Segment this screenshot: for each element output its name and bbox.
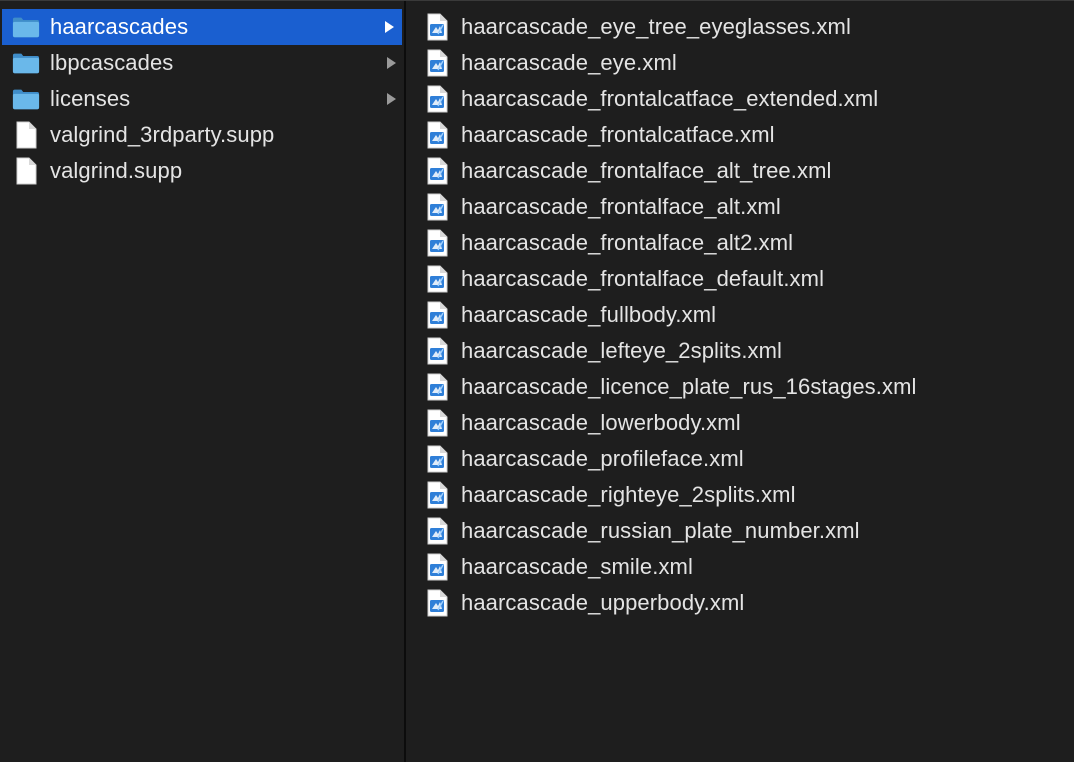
xml-file-icon	[425, 121, 449, 149]
folder-icon	[12, 85, 40, 113]
chevron-right-icon	[387, 93, 396, 105]
file-item[interactable]: haarcascade_licence_plate_rus_16stages.x…	[408, 369, 1074, 405]
file-item-label: haarcascade_profileface.xml	[461, 446, 744, 471]
file-item[interactable]: haarcascade_eye_tree_eyeglasses.xml	[408, 9, 1074, 45]
xml-file-icon	[425, 229, 449, 257]
file-item-label: haarcascade_smile.xml	[461, 554, 693, 579]
file-list-column: haarcascade_eye_tree_eyeglasses.xml haar…	[408, 1, 1074, 762]
sidebar-item-lbpcascades[interactable]: lbpcascades	[0, 45, 404, 81]
xml-file-icon	[425, 265, 449, 293]
file-item-label: haarcascade_frontalface_alt2.xml	[461, 230, 794, 255]
xml-file-icon	[425, 337, 449, 365]
xml-file-icon	[425, 517, 449, 545]
folder-icon	[12, 13, 40, 41]
xml-file-icon	[425, 553, 449, 581]
file-item-label: haarcascade_eye.xml	[461, 50, 677, 75]
file-item-label: haarcascade_frontalface_default.xml	[461, 266, 825, 291]
xml-file-icon	[425, 409, 449, 437]
xml-file-icon	[425, 157, 449, 185]
sidebar-item-valgrind-3rdparty-supp[interactable]: valgrind_3rdparty.supp	[0, 117, 404, 153]
file-item-label: haarcascade_frontalface_alt_tree.xml	[461, 158, 832, 183]
file-item[interactable]: haarcascade_frontalcatface.xml	[408, 117, 1074, 153]
file-item[interactable]: haarcascade_profileface.xml	[408, 441, 1074, 477]
sidebar-item-label: haarcascades	[50, 14, 189, 39]
xml-file-icon	[425, 589, 449, 617]
file-item-label: haarcascade_lefteye_2splits.xml	[461, 338, 783, 363]
file-item[interactable]: haarcascade_frontalface_alt.xml	[408, 189, 1074, 225]
xml-file-icon	[425, 49, 449, 77]
xml-file-icon	[425, 481, 449, 509]
file-item[interactable]: haarcascade_russian_plate_number.xml	[408, 513, 1074, 549]
file-item[interactable]: haarcascade_frontalface_default.xml	[408, 261, 1074, 297]
parent-folder-column: haarcascades lbpcascades licenses valgri…	[0, 1, 406, 762]
sidebar-item-licenses[interactable]: licenses	[0, 81, 404, 117]
column-browser: haarcascades lbpcascades licenses valgri…	[0, 0, 1074, 762]
file-item[interactable]: haarcascade_lefteye_2splits.xml	[408, 333, 1074, 369]
xml-file-icon	[425, 301, 449, 329]
file-item-label: haarcascade_fullbody.xml	[461, 302, 717, 327]
file-item-label: haarcascade_frontalcatface.xml	[461, 122, 775, 147]
sidebar-item-label: lbpcascades	[50, 50, 174, 75]
sidebar-item-label: valgrind_3rdparty.supp	[50, 122, 275, 147]
file-item-label: haarcascade_frontalface_alt.xml	[461, 194, 781, 219]
file-item-label: haarcascade_righteye_2splits.xml	[461, 482, 796, 507]
xml-file-icon	[425, 373, 449, 401]
file-item[interactable]: haarcascade_smile.xml	[408, 549, 1074, 585]
chevron-right-icon	[385, 21, 394, 33]
file-item[interactable]: haarcascade_lowerbody.xml	[408, 405, 1074, 441]
xml-file-icon	[425, 13, 449, 41]
file-item[interactable]: haarcascade_righteye_2splits.xml	[408, 477, 1074, 513]
document-icon	[12, 157, 40, 185]
file-item[interactable]: haarcascade_frontalface_alt2.xml	[408, 225, 1074, 261]
file-item-label: haarcascade_licence_plate_rus_16stages.x…	[461, 374, 917, 399]
sidebar-item-label: licenses	[50, 86, 131, 111]
file-item[interactable]: haarcascade_eye.xml	[408, 45, 1074, 81]
folder-icon	[12, 49, 40, 77]
xml-file-icon	[425, 85, 449, 113]
file-item[interactable]: haarcascade_frontalface_alt_tree.xml	[408, 153, 1074, 189]
chevron-right-icon	[387, 57, 396, 69]
file-item-label: haarcascade_frontalcatface_extended.xml	[461, 86, 879, 111]
file-item[interactable]: haarcascade_frontalcatface_extended.xml	[408, 81, 1074, 117]
document-icon	[12, 121, 40, 149]
file-item[interactable]: haarcascade_fullbody.xml	[408, 297, 1074, 333]
file-item[interactable]: haarcascade_upperbody.xml	[408, 585, 1074, 621]
xml-file-icon	[425, 193, 449, 221]
file-item-label: haarcascade_lowerbody.xml	[461, 410, 741, 435]
file-item-label: haarcascade_upperbody.xml	[461, 590, 745, 615]
file-item-label: haarcascade_eye_tree_eyeglasses.xml	[461, 14, 851, 39]
sidebar-item-haarcascades[interactable]: haarcascades	[2, 9, 402, 45]
sidebar-item-label: valgrind.supp	[50, 158, 183, 183]
file-item-label: haarcascade_russian_plate_number.xml	[461, 518, 860, 543]
sidebar-item-valgrind-supp[interactable]: valgrind.supp	[0, 153, 404, 189]
xml-file-icon	[425, 445, 449, 473]
